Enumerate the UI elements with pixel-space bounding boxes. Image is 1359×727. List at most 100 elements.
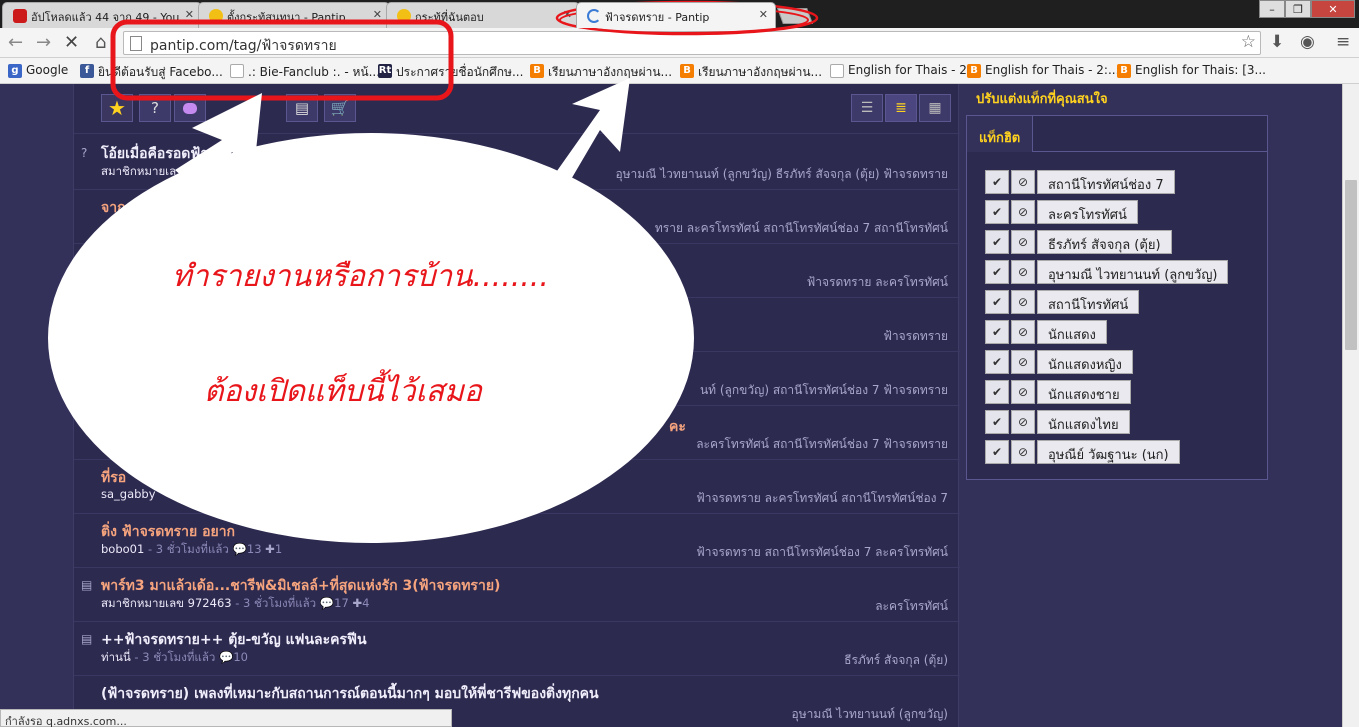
- block-icon[interactable]: ⊘: [1011, 290, 1035, 314]
- check-icon[interactable]: ✔: [985, 230, 1009, 254]
- block-icon[interactable]: ⊘: [1011, 170, 1035, 194]
- maximize-button[interactable]: ❐: [1285, 0, 1311, 18]
- bookmark-facebook[interactable]: f ยินดีต้อนรับสู่ Facebo...: [80, 63, 223, 82]
- topic-title[interactable]: ติ่ง ฟ้าจรดทราย อยาก: [101, 521, 235, 543]
- list-view-button[interactable]: ☰: [851, 94, 883, 122]
- bookmark-google[interactable]: g Google: [8, 63, 68, 78]
- check-icon[interactable]: ✔: [985, 350, 1009, 374]
- author[interactable]: bobo01: [101, 542, 144, 556]
- tag-label[interactable]: อุษณีย์ วัฒฐานะ (นก): [1037, 440, 1180, 464]
- topic-tags[interactable]: ธีรภัทร์ สัจจกุล (ตุ้ย): [844, 651, 948, 670]
- minimize-button[interactable]: –: [1259, 0, 1285, 18]
- tag-label[interactable]: นักแสดงไทย: [1037, 410, 1130, 434]
- topic-row[interactable]: ที่รอ sa_gabby ฟ้าจรดทราย ละครโทรทัศน์ ส…: [74, 460, 960, 514]
- close-icon[interactable]: ✕: [373, 8, 382, 21]
- author[interactable]: ท่านนี่: [101, 650, 131, 664]
- topic-tags[interactable]: ละครโทรทัศน์ สถานีโทรทัศน์ช่อง 7 ฟ้าจรดท…: [696, 435, 948, 454]
- news-filter-button[interactable]: ▤: [286, 94, 318, 122]
- topic-row[interactable]: ? โอ้ยเมื่อคือรอดฟ้า สมาชิกหมายเลข อุษาม…: [74, 136, 960, 190]
- tag-label[interactable]: ธีรภัทร์ สัจจกุล (ตุ้ย): [1037, 230, 1172, 254]
- topic-tags[interactable]: อุษามณี ไวทยานนท์ (ลูกขวัญ): [792, 705, 948, 724]
- topic-tags[interactable]: อุษามณี ไวทยานนท์ (ลูกขวัญ) ธีรภัทร์ สัจ…: [615, 165, 948, 184]
- new-tab-button[interactable]: [777, 8, 813, 24]
- check-icon[interactable]: ✔: [985, 260, 1009, 284]
- menu-icon[interactable]: ≡: [1336, 32, 1350, 52]
- extension-icon[interactable]: ◉: [1300, 32, 1315, 52]
- bookmark-english-thais-1[interactable]: English for Thais - 2: [830, 63, 967, 78]
- scrollbar-thumb[interactable]: [1345, 180, 1357, 350]
- sidebar-heading[interactable]: ปรับแต่งแท็กที่คุณสนใจ: [976, 88, 1108, 109]
- tag-label[interactable]: นักแสดง: [1037, 320, 1107, 344]
- tag-label[interactable]: สถานีโทรทัศน์: [1037, 290, 1140, 314]
- tag-label[interactable]: นักแสดงชาย: [1037, 380, 1131, 404]
- bookmark-english-thais-2[interactable]: B English for Thais - 2:...: [967, 63, 1119, 78]
- scrollbar[interactable]: [1342, 84, 1359, 727]
- topic-title[interactable]: (ฟ้าจรดทราย) เพลงที่เหมาะกับสถานการณ์ตอน…: [101, 683, 599, 705]
- topic-tags[interactable]: ฟ้าจรดทราย ละครโทรทัศน์: [807, 273, 948, 292]
- check-icon[interactable]: ✔: [985, 380, 1009, 404]
- tag-label[interactable]: สถานีโทรทัศน์ช่อง 7: [1037, 170, 1175, 194]
- topic-tags[interactable]: ละครโทรทัศน์: [875, 597, 948, 616]
- tag-label[interactable]: นักแสดงหญิง: [1037, 350, 1133, 374]
- shop-filter-button[interactable]: 🛒: [324, 94, 356, 122]
- tab-create-topic[interactable]: ตั้งกระทู้สนทนา - Pantip ✕: [198, 2, 390, 28]
- topic-title[interactable]: ++ฟ้าจรดทราย++ ตุ้ย-ขวัญ แฟนละครฟีน: [101, 629, 367, 651]
- bookmark-learn-english-2[interactable]: B เรียนภาษาอังกฤษผ่าน...: [680, 63, 822, 82]
- block-icon[interactable]: ⊘: [1011, 410, 1035, 434]
- bookmark-student-list[interactable]: Rt ประกาศรายชื่อนักศึกษ...: [378, 63, 523, 82]
- grid-view-button[interactable]: ▦: [919, 94, 951, 122]
- check-icon[interactable]: ✔: [985, 410, 1009, 434]
- topic-tags[interactable]: ฟ้าจรดทราย สถานีโทรทัศน์ช่อง 7 ละครโทรทั…: [696, 543, 948, 562]
- forward-icon[interactable]: →: [36, 32, 51, 53]
- topic-row[interactable]: ติ่ง ฟ้าจรดทราย อยาก bobo01 - 3 ชั่วโมงท…: [74, 514, 960, 568]
- topic-row[interactable]: จาก ทราย ละครโทรทัศน์ สถานีโทรทัศน์ช่อง …: [74, 190, 960, 244]
- block-icon[interactable]: ⊘: [1011, 230, 1035, 254]
- block-icon[interactable]: ⊘: [1011, 260, 1035, 284]
- compact-view-button[interactable]: ≣: [885, 94, 917, 122]
- topic-row[interactable]: ฟ้าจรดทราย: [74, 298, 960, 352]
- block-icon[interactable]: ⊘: [1011, 380, 1035, 404]
- bookmark-learn-english-1[interactable]: B เรียนภาษาอังกฤษผ่าน...: [530, 63, 672, 82]
- tag-label[interactable]: อุษามณี ไวทยานนท์ (ลูกขวัญ): [1037, 260, 1229, 284]
- back-icon[interactable]: ←: [8, 32, 23, 53]
- address-bar[interactable]: pantip.com/tag/ฟ้าจรดทราย ☆: [123, 31, 1261, 55]
- check-icon[interactable]: ✔: [985, 320, 1009, 344]
- url-text[interactable]: pantip.com/tag/ฟ้าจรดทราย: [150, 35, 337, 57]
- all-filter-button[interactable]: ★: [101, 94, 133, 122]
- block-icon[interactable]: ⊘: [1011, 200, 1035, 224]
- topic-tags[interactable]: ฟ้าจรดทราย ละครโทรทัศน์ สถานีโทรทัศน์ช่อ…: [696, 489, 948, 508]
- author[interactable]: สมาชิกหมายเลข 972463: [101, 596, 232, 610]
- check-icon[interactable]: ✔: [985, 440, 1009, 464]
- question-filter-button[interactable]: ?: [139, 94, 171, 122]
- tab-answered-topics[interactable]: กระทู้ที่ฉันตอบ ✕: [386, 2, 580, 28]
- author[interactable]: sa_gabby: [101, 487, 156, 501]
- topic-row[interactable]: ▤ พาร์ท3 มาแล้วเด้อ...ชารีฟ&มิเชลล์+ที่ส…: [74, 568, 960, 622]
- block-icon[interactable]: ⊘: [1011, 350, 1035, 374]
- check-icon[interactable]: ✔: [985, 170, 1009, 194]
- home-icon[interactable]: ⌂: [95, 32, 106, 53]
- check-icon[interactable]: ✔: [985, 290, 1009, 314]
- block-icon[interactable]: ⊘: [1011, 440, 1035, 464]
- author[interactable]: สมาชิกหมายเลข: [101, 164, 184, 178]
- topic-tags[interactable]: ทราย ละครโทรทัศน์ สถานีโทรทัศน์ช่อง 7 สถ…: [655, 219, 948, 238]
- topic-title[interactable]: ที่รอ: [101, 467, 126, 489]
- chat-filter-button[interactable]: [174, 94, 206, 122]
- check-icon[interactable]: ✔: [985, 200, 1009, 224]
- topic-tags[interactable]: ฟ้าจรดทราย: [883, 327, 948, 346]
- bookmark-english-thais-3[interactable]: B English for Thais: [3...: [1117, 63, 1266, 78]
- topic-title[interactable]: พาร์ท3 มาแล้วเด้อ...ชารีฟ&มิเชลล์+ที่สุด…: [101, 575, 500, 597]
- topic-row[interactable]: ▤ ++ฟ้าจรดทราย++ ตุ้ย-ขวัญ แฟนละครฟีน ท่…: [74, 622, 960, 676]
- block-icon[interactable]: ⊘: [1011, 320, 1035, 344]
- topic-title[interactable]: จาก: [101, 197, 126, 219]
- close-icon[interactable]: ✕: [563, 8, 572, 21]
- tab-hot-tags[interactable]: แท็กฮิต: [967, 116, 1034, 152]
- topic-title[interactable]: คะ: [669, 416, 686, 438]
- bookmark-star-icon[interactable]: ☆: [1241, 32, 1256, 52]
- close-window-button[interactable]: ✕: [1311, 0, 1355, 18]
- download-icon[interactable]: ⬇: [1270, 32, 1284, 52]
- topic-title[interactable]: โอ้ยเมื่อคือรอดฟ้า: [101, 143, 208, 165]
- tab-active[interactable]: ฟ้าจรดทราย - Pantip ✕: [576, 2, 776, 28]
- close-icon[interactable]: ✕: [759, 8, 768, 21]
- bookmark-biefanclub[interactable]: .: Bie-Fanclub :. - หน้...: [230, 63, 380, 82]
- close-icon[interactable]: ✕: [185, 8, 194, 21]
